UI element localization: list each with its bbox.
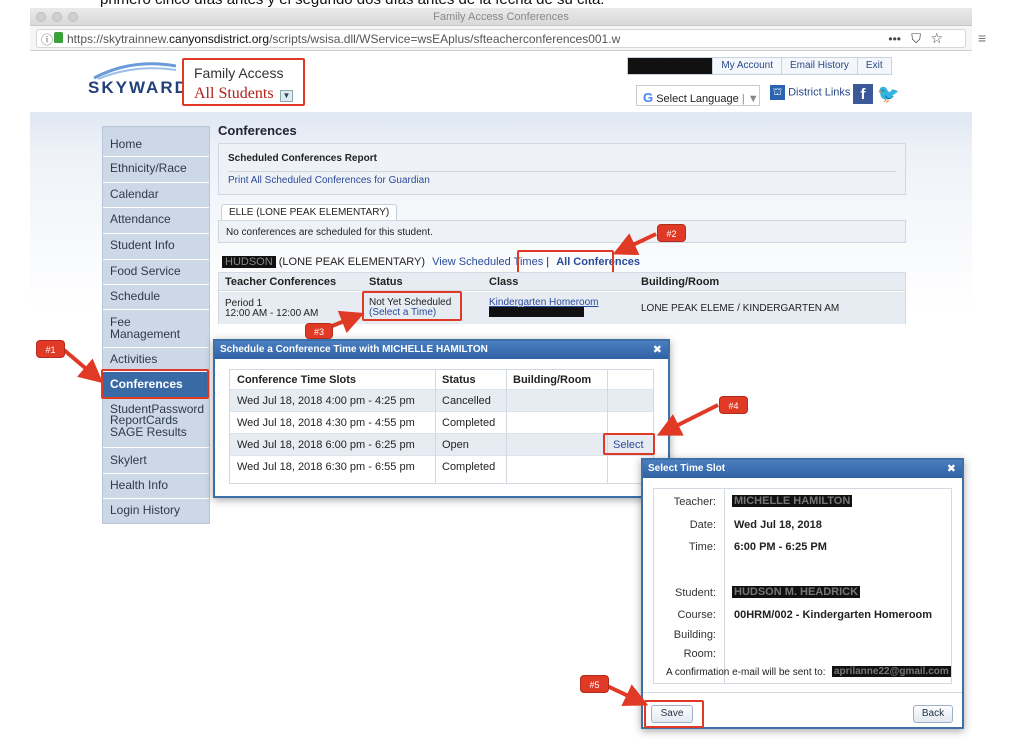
annotation-arrows [62,232,719,706]
arrow-4 [656,403,719,436]
callout-3: #3 [305,323,333,339]
arrow-1 [62,348,104,384]
callout-1: #1 [36,340,65,358]
callout-4: #4 [719,396,748,414]
callout-5: #5 [580,675,609,693]
callout-2: #2 [657,224,686,242]
arrow-2 [612,232,657,256]
